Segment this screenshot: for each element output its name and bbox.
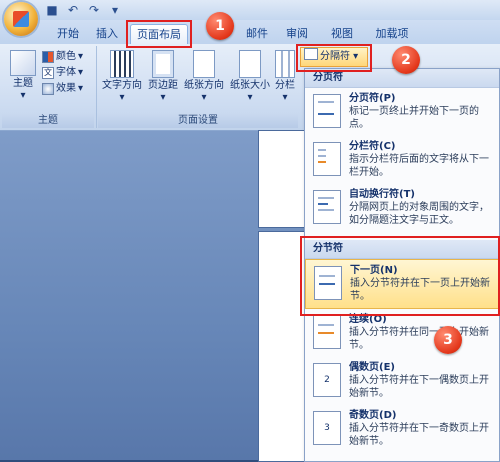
undo-icon[interactable]: ↶ xyxy=(65,3,81,17)
size-icon xyxy=(239,50,261,78)
theme-effects-button[interactable]: 效果 ▾ xyxy=(42,82,83,96)
themes-icon xyxy=(10,50,36,76)
group-separator xyxy=(96,46,97,128)
theme-fonts-button[interactable]: 文 字体 ▾ xyxy=(42,66,83,80)
menu-item-description: 指示分栏符后面的文字将从下一栏开始。 xyxy=(349,154,489,178)
icon-line xyxy=(318,209,334,211)
size-label: 纸张大小 xyxy=(230,80,270,91)
themes-button-label: 主题 xyxy=(13,78,33,89)
tab-view[interactable]: 视图 xyxy=(327,24,357,44)
icon-line xyxy=(318,197,334,199)
callout-step-2: 2 xyxy=(392,46,420,74)
even-page-icon: 2 xyxy=(313,363,341,397)
orientation-icon xyxy=(193,50,215,78)
save-icon[interactable]: ■ xyxy=(44,3,60,17)
tab-review[interactable]: 审阅 xyxy=(282,24,312,44)
columns-button[interactable]: 分栏 ▾ xyxy=(272,50,298,104)
theme-colors-label: 颜色 xyxy=(56,51,76,62)
text-direction-button[interactable]: 文字方向 ▾ xyxy=(100,50,144,104)
margins-label: 页边距 xyxy=(148,80,178,91)
menu-item-page-break[interactable]: 分页符(P) 标记一页终止并开始下一页的点。 xyxy=(305,88,499,136)
columns-icon xyxy=(275,50,295,78)
menu-item-continuous[interactable]: 连续(O) 插入分节符并在同一页上开始新节。 xyxy=(305,309,499,357)
odd-page-icon: 3 xyxy=(313,411,341,445)
theme-colors-button[interactable]: 颜色 ▾ xyxy=(42,50,83,64)
qat-more-icon[interactable]: ▾ xyxy=(107,3,123,17)
orientation-button[interactable]: 纸张方向 ▾ xyxy=(182,50,226,104)
menu-item-title: 自动换行符(T) xyxy=(349,189,415,200)
tab-home[interactable]: 开始 xyxy=(48,24,88,44)
office-button[interactable] xyxy=(4,2,38,36)
menu-item-even-page[interactable]: 2 偶数页(E) 插入分节符并在下一偶数页上开始新节。 xyxy=(305,357,499,405)
margins-button[interactable]: 页边距 ▾ xyxy=(146,50,180,104)
highlight-box-breaks xyxy=(296,44,372,72)
menu-item-description: 分隔网页上的对象周围的文字，如分隔题注文字与正文。 xyxy=(349,202,489,226)
orientation-label: 纸张方向 xyxy=(184,80,224,91)
icon-line xyxy=(318,155,326,157)
ribbon-tab-bar: 开始 插入 页面布局 邮件 审阅 视图 加载项 xyxy=(0,20,500,45)
menu-item-title: 奇数页(D) xyxy=(349,410,397,421)
menu-item-text-wrapping-break[interactable]: 自动换行符(T) 分隔网页上的对象周围的文字，如分隔题注文字与正文。 xyxy=(305,184,499,240)
menu-item-title: 分栏符(C) xyxy=(349,141,396,152)
icon-line xyxy=(318,324,334,326)
menu-item-description: 插入分节符并在下一奇数页上开始新节。 xyxy=(349,423,489,447)
icon-line xyxy=(318,203,328,205)
theme-fonts-label: 字体 xyxy=(56,67,76,78)
margins-icon xyxy=(152,50,174,78)
highlight-box-next-page xyxy=(300,236,500,316)
menu-item-title: 分页符(P) xyxy=(349,93,396,104)
icon-line xyxy=(318,113,334,115)
colors-icon xyxy=(42,51,54,63)
themes-button[interactable]: 主题 ▾ xyxy=(6,50,40,102)
fonts-icon: 文 xyxy=(42,67,54,79)
icon-line xyxy=(318,161,326,163)
text-direction-label: 文字方向 xyxy=(102,80,142,91)
text-wrapping-break-icon xyxy=(313,190,341,224)
callout-step-3: 3 xyxy=(434,326,462,354)
icon-line xyxy=(318,101,334,103)
menu-item-column-break[interactable]: 分栏符(C) 指示分栏符后面的文字将从下一栏开始。 xyxy=(305,136,499,184)
effects-icon xyxy=(42,83,54,95)
tab-addins[interactable]: 加载项 xyxy=(372,24,412,44)
menu-item-description: 插入分节符并在下一偶数页上开始新节。 xyxy=(349,375,489,399)
callout-step-1: 1 xyxy=(206,12,234,40)
icon-line xyxy=(318,149,326,151)
menu-item-title: 偶数页(E) xyxy=(349,362,395,373)
icon-line xyxy=(318,332,334,334)
menu-item-description: 插入分节符并在同一页上开始新节。 xyxy=(349,327,489,351)
theme-group-label: 主题 xyxy=(2,114,94,128)
continuous-icon xyxy=(313,315,341,349)
menu-item-odd-page[interactable]: 3 奇数页(D) 插入分节符并在下一奇数页上开始新节。 xyxy=(305,405,499,453)
theme-effects-label: 效果 xyxy=(56,83,76,94)
quick-access-toolbar: ■ ↶ ↷ ▾ xyxy=(44,3,123,17)
column-break-icon xyxy=(313,142,341,176)
page-break-icon xyxy=(313,94,341,128)
columns-label: 分栏 xyxy=(275,80,295,91)
redo-icon[interactable]: ↷ xyxy=(86,3,102,17)
highlight-box-page-layout xyxy=(126,20,192,48)
tab-insert[interactable]: 插入 xyxy=(90,24,124,44)
tab-mailings[interactable]: 邮件 xyxy=(242,24,272,44)
text-direction-icon xyxy=(110,50,134,78)
menu-item-description: 标记一页终止并开始下一页的点。 xyxy=(349,106,479,130)
size-button[interactable]: 纸张大小 ▾ xyxy=(228,50,272,104)
page-setup-group-label: 页面设置 xyxy=(98,114,298,128)
